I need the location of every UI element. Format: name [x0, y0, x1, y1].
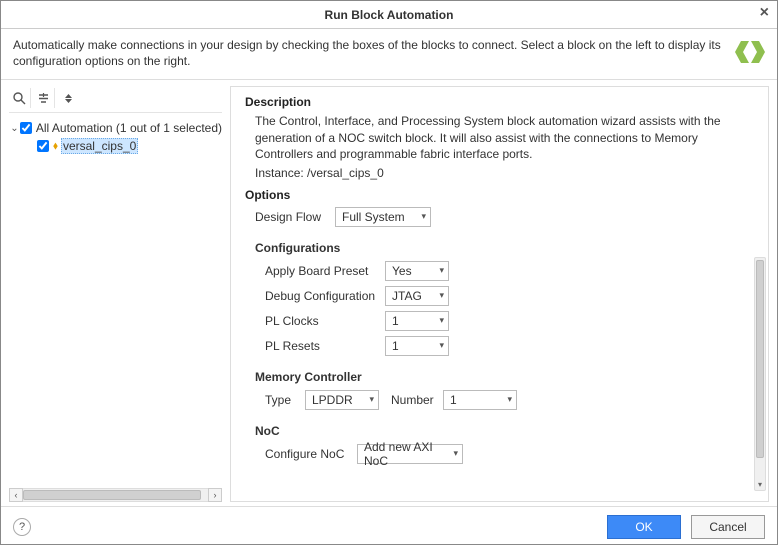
pl-resets-label: PL Resets — [265, 339, 385, 353]
pl-clocks-label: PL Clocks — [265, 314, 385, 328]
description-body: The Control, Interface, and Processing S… — [245, 113, 758, 162]
configure-noc-row: Configure NoC Add new AXI NoC ▾ — [265, 444, 758, 464]
header: Automatically make connections in your d… — [1, 29, 777, 80]
mc-type-select[interactable]: LPDDR ▾ — [305, 390, 379, 410]
mc-number-label: Number — [391, 393, 443, 407]
window-title: Run Block Automation — [325, 8, 454, 22]
configure-noc-label: Configure NoC — [265, 447, 357, 461]
collapse-all-icon[interactable] — [33, 88, 55, 108]
chevron-down-icon: ▾ — [439, 315, 444, 326]
debug-configuration-select[interactable]: JTAG ▾ — [385, 286, 449, 306]
footer: ? OK Cancel — [1, 506, 777, 546]
chevron-down-icon: ▾ — [421, 211, 426, 222]
apply-board-preset-row: Apply Board Preset Yes ▾ — [265, 261, 758, 281]
scroll-thumb[interactable] — [23, 490, 201, 500]
scroll-track[interactable] — [23, 488, 208, 502]
chevron-down-icon: ▾ — [439, 290, 444, 301]
design-flow-value: Full System — [342, 210, 405, 224]
pl-clocks-value: 1 — [392, 314, 399, 328]
design-flow-select[interactable]: Full System ▾ — [335, 207, 431, 227]
design-flow-label: Design Flow — [255, 210, 335, 224]
pl-resets-row: PL Resets 1 ▾ — [265, 336, 758, 356]
memory-controller-row: Type LPDDR ▾ Number 1 ▾ — [265, 390, 758, 410]
pl-resets-select[interactable]: 1 ▾ — [385, 336, 449, 356]
design-flow-row: Design Flow Full System ▾ — [255, 207, 758, 227]
mc-type-value: LPDDR — [312, 393, 353, 407]
left-pane: ⌄ All Automation (1 out of 1 selected) ⬧… — [1, 80, 226, 506]
mc-number-select[interactable]: 1 ▾ — [443, 390, 517, 410]
chevron-down-icon: ▾ — [439, 265, 444, 276]
description-heading: Description — [245, 95, 758, 109]
chevron-down-icon: ▾ — [453, 448, 458, 459]
cancel-button[interactable]: Cancel — [691, 515, 765, 539]
header-description: Automatically make connections in your d… — [13, 37, 735, 69]
apply-board-preset-value: Yes — [392, 264, 412, 278]
apply-board-preset-select[interactable]: Yes ▾ — [385, 261, 449, 281]
configure-noc-value: Add new AXI NoC — [364, 440, 445, 468]
instance-label: Instance: /versal_cips_0 — [245, 166, 758, 180]
tree-child-row[interactable]: ⬧ versal_cips_0 — [9, 137, 222, 155]
scroll-right-icon[interactable]: › — [208, 488, 222, 502]
noc-heading: NoC — [255, 424, 758, 438]
options-vscrollbar[interactable]: ▴ ▾ — [754, 257, 766, 491]
ip-block-icon: ⬧ — [53, 140, 58, 153]
titlebar: Run Block Automation × — [1, 1, 777, 29]
vscroll-thumb[interactable] — [756, 260, 764, 457]
options-heading: Options — [245, 188, 758, 202]
apply-board-preset-label: Apply Board Preset — [265, 264, 385, 278]
tree-root-checkbox[interactable] — [20, 122, 32, 134]
chevron-down-icon: ▾ — [369, 394, 374, 405]
expand-all-icon[interactable] — [57, 88, 79, 108]
pl-clocks-row: PL Clocks 1 ▾ — [265, 311, 758, 331]
scroll-down-icon[interactable]: ▾ — [755, 479, 765, 491]
mc-type-label: Type — [265, 393, 305, 407]
right-pane: Description The Control, Interface, and … — [230, 86, 769, 502]
ok-button[interactable]: OK — [607, 515, 681, 539]
tree-root-row[interactable]: ⌄ All Automation (1 out of 1 selected) — [9, 119, 222, 137]
close-icon[interactable]: × — [760, 5, 769, 21]
debug-configuration-label: Debug Configuration — [265, 289, 385, 303]
memory-controller-heading: Memory Controller — [255, 370, 758, 384]
mc-number-value: 1 — [450, 393, 457, 407]
tree-hscrollbar[interactable]: ‹ › — [9, 488, 222, 502]
search-icon[interactable] — [9, 88, 31, 108]
twisty-open-icon[interactable]: ⌄ — [9, 123, 20, 134]
automation-tree[interactable]: ⌄ All Automation (1 out of 1 selected) ⬧… — [9, 117, 222, 484]
pl-clocks-select[interactable]: 1 ▾ — [385, 311, 449, 331]
configure-noc-select[interactable]: Add new AXI NoC ▾ — [357, 444, 463, 464]
tree-toolbar — [9, 86, 222, 113]
chevron-down-icon: ▾ — [507, 394, 512, 405]
pl-resets-value: 1 — [392, 339, 399, 353]
scroll-left-icon[interactable]: ‹ — [9, 488, 23, 502]
configurations-heading: Configurations — [255, 241, 758, 255]
help-icon[interactable]: ? — [13, 518, 31, 536]
debug-configuration-row: Debug Configuration JTAG ▾ — [265, 286, 758, 306]
chevron-down-icon: ▾ — [439, 340, 444, 351]
tree-child-checkbox[interactable] — [37, 140, 49, 152]
tree-root-label[interactable]: All Automation (1 out of 1 selected) — [36, 121, 222, 135]
xilinx-logo-icon — [735, 37, 765, 67]
tree-child-label[interactable]: versal_cips_0 — [61, 138, 138, 154]
debug-configuration-value: JTAG — [392, 289, 422, 303]
